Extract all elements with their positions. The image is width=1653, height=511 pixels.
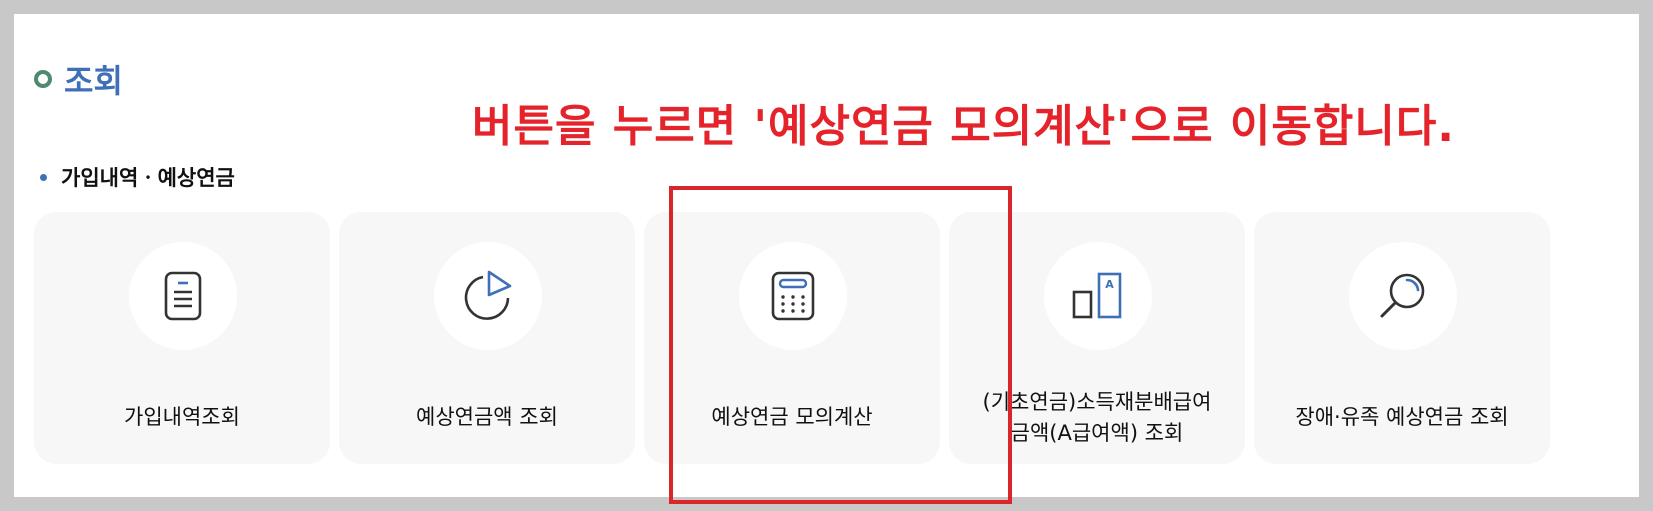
content-panel: 조회 버튼을 누르면 '예상연금 모의계산'으로 이동합니다. 가입내역ㆍ예상연… xyxy=(14,14,1639,504)
subsection-header: 가입내역ㆍ예상연금 xyxy=(40,162,235,192)
section-title: 조회 xyxy=(64,62,123,100)
card-label: 예상연금액 조회 xyxy=(416,405,558,429)
instruction-annotation: 버튼을 누르면 '예상연금 모의계산'으로 이동합니다. xyxy=(472,101,1456,152)
card-expected-pension-amount[interactable]: 예상연금액 조회 xyxy=(339,212,635,464)
dot-bullet-icon xyxy=(40,173,47,181)
card-disability-survivor-pension[interactable]: 장애·유족 예상연금 조회 xyxy=(1254,212,1550,464)
ring-bullet-icon xyxy=(34,70,52,88)
icon-circle xyxy=(1349,242,1457,350)
card-label: 장애·유족 예상연금 조회 xyxy=(1295,405,1509,429)
document-icon xyxy=(164,271,202,321)
section-header: 조회 xyxy=(34,56,123,102)
pie-chart-icon xyxy=(464,270,512,320)
icon-circle: A xyxy=(1044,242,1152,350)
subsection-title: 가입내역ㆍ예상연금 xyxy=(61,166,235,190)
icon-circle xyxy=(434,242,542,350)
card-label: 가입내역조회 xyxy=(124,405,240,429)
bar-a-icon: A xyxy=(1072,272,1122,319)
search-icon xyxy=(1380,273,1425,318)
card-enrollment-history[interactable]: 가입내역조회 xyxy=(34,212,330,464)
highlight-box xyxy=(669,186,1012,504)
svg-text:A: A xyxy=(1105,278,1114,291)
icon-circle xyxy=(129,242,237,350)
